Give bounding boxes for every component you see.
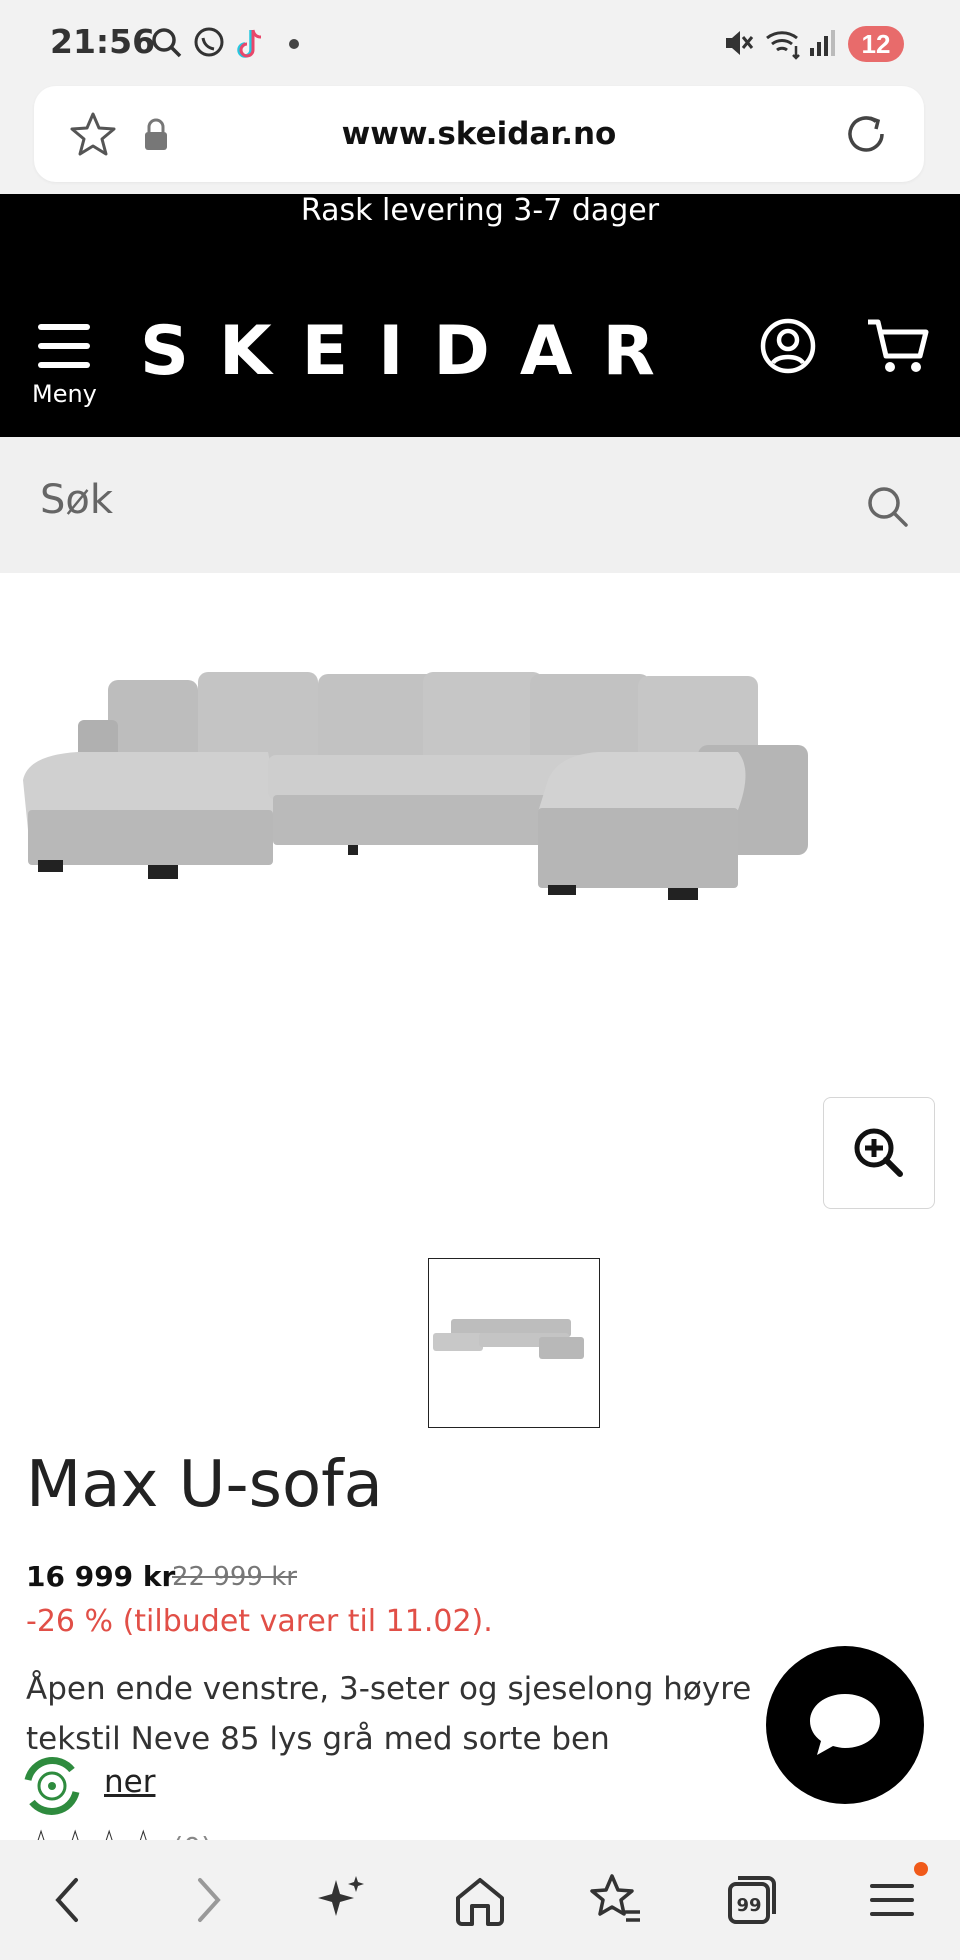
site-search[interactable]: Søk	[0, 437, 960, 573]
discount-text: -26 % (tilbudet varer til 11.02).	[26, 1604, 493, 1639]
tabs-icon[interactable]: 99	[722, 1870, 782, 1930]
product-price: 16 999 kr	[26, 1560, 176, 1593]
bookmark-icon[interactable]	[586, 1870, 646, 1930]
forward-icon[interactable]	[178, 1870, 238, 1930]
thumbnail-image	[433, 1319, 584, 1359]
product-image[interactable]	[18, 660, 938, 940]
signal-icon	[810, 30, 835, 56]
battery-indicator: 12	[848, 26, 904, 62]
status-bar: 21:56 12	[0, 0, 960, 88]
status-time: 21:56	[50, 22, 156, 61]
product-link[interactable]: ner	[104, 1764, 155, 1800]
site-logo[interactable]: SKEIDAR	[140, 312, 685, 391]
product-thumbnail[interactable]	[428, 1258, 600, 1428]
hamburger-icon[interactable]	[36, 322, 92, 370]
product-old-price: 22 999 kr	[172, 1562, 297, 1592]
reload-icon[interactable]	[840, 108, 892, 160]
chat-button[interactable]	[766, 1646, 924, 1804]
search-input[interactable]: Søk	[40, 477, 113, 523]
promo-banner: Rask levering 3-7 dager	[300, 193, 660, 228]
address-bar[interactable]: www.skeidar.no	[34, 86, 924, 182]
site-header: Rask levering 3-7 dager Meny SKEIDAR	[0, 194, 960, 437]
whatsapp-icon	[194, 27, 224, 57]
mute-icon	[726, 31, 754, 55]
product-title: Max U-sofa	[26, 1448, 383, 1522]
notification-dot-icon	[289, 39, 299, 49]
back-icon[interactable]	[38, 1870, 98, 1930]
account-icon[interactable]	[760, 318, 816, 374]
search-icon	[152, 28, 182, 58]
product-description: Åpen ende venstre, 3-seter og sjeselong …	[26, 1671, 752, 1757]
notification-dot	[914, 1862, 928, 1876]
chat-icon	[810, 1694, 880, 1755]
search-icon[interactable]	[866, 485, 910, 529]
tiktok-icon	[237, 29, 262, 58]
menu-button-label[interactable]: Meny	[32, 380, 97, 408]
cart-icon[interactable]	[866, 318, 930, 374]
url-text[interactable]: www.skeidar.no	[34, 116, 924, 152]
zoom-button[interactable]	[823, 1097, 935, 1209]
wifi-icon	[766, 31, 800, 60]
eco-icon[interactable]	[16, 1750, 88, 1822]
menu-icon[interactable]	[862, 1870, 922, 1930]
svg-text:99: 99	[736, 1895, 761, 1916]
home-icon[interactable]	[450, 1870, 510, 1930]
browser-bottom-nav: 99	[0, 1840, 960, 1960]
sparkle-icon[interactable]	[312, 1870, 372, 1930]
zoom-in-icon	[854, 1128, 903, 1177]
